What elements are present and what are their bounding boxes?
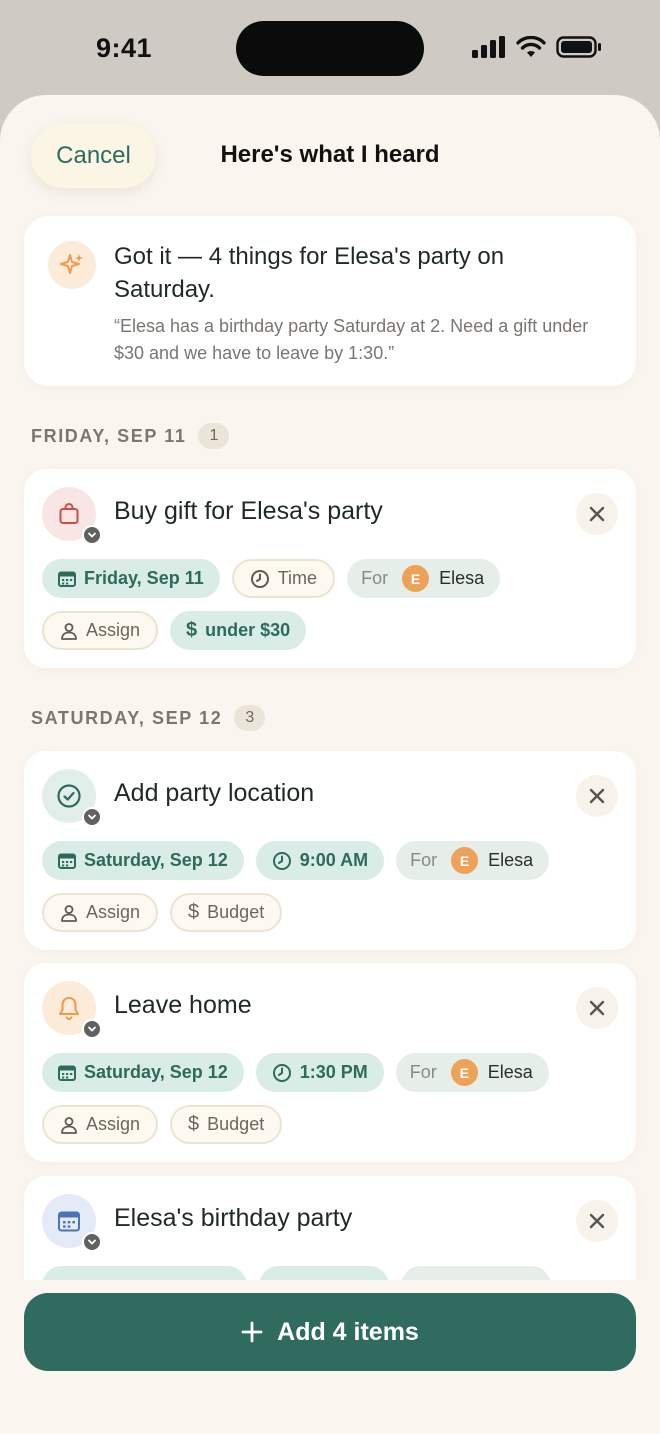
budget-chip[interactable]: $ Budget (170, 893, 283, 932)
dollar-icon: $ (188, 901, 200, 923)
close-icon (589, 788, 605, 804)
chevron-down-icon (82, 1019, 102, 1039)
for-chip[interactable]: For E Elesa (395, 1053, 549, 1092)
budget-chip-label: Budget (207, 902, 265, 922)
task-card-leave-home[interactable]: Leave home Saturday, Sep 12 1:30 PM For … (24, 963, 636, 1162)
sparkle-icon (48, 241, 96, 289)
status-bar: 9:41 (0, 0, 660, 95)
date-header-friday: FRIDAY, SEP 11 1 (31, 423, 230, 449)
budget-chip[interactable]: $ under $30 (170, 611, 307, 650)
time-chip-label: 9:00 AM (299, 850, 369, 870)
date-chip-label: Saturday, Sep 12 (84, 1062, 228, 1082)
status-time: 9:41 (96, 33, 153, 63)
task-card-buy-gift[interactable]: Buy gift for Elesa's party Friday, Sep 1… (24, 469, 636, 668)
bell-icon[interactable] (42, 981, 102, 1039)
assign-chip-label: Assign (86, 902, 141, 922)
person-icon (61, 1116, 77, 1134)
budget-chip[interactable]: $ Budget (170, 1105, 283, 1144)
time-chip-label: 1:30 PM (299, 1062, 368, 1082)
assign-chip-label: Assign (86, 1114, 141, 1134)
date-chip-label: Friday, Sep 11 (84, 568, 204, 588)
assign-chip-label: Assign (86, 620, 141, 640)
dollar-icon: $ (188, 1113, 200, 1135)
person-name: Elesa (439, 568, 485, 588)
task-title[interactable]: Buy gift for Elesa's party (114, 497, 383, 526)
dynamic-island (236, 21, 424, 76)
assign-chip[interactable]: Assign (42, 1105, 159, 1144)
time-chip-label: Time (277, 568, 318, 588)
date-label: SATURDAY, SEP 12 (31, 707, 223, 728)
summary-headline: Got it — 4 things for Elesa's party on S… (114, 243, 505, 303)
chevron-down-icon (82, 525, 102, 545)
for-label: For (361, 568, 389, 588)
avatar: E (450, 1059, 478, 1086)
avatar: E (402, 565, 430, 592)
task-title[interactable]: Leave home (114, 991, 252, 1020)
date-count-badge: 3 (234, 705, 266, 731)
date-chip[interactable]: Saturday, Sep 12 (42, 841, 244, 880)
for-chip[interactable]: For E Elesa (396, 841, 550, 880)
check-circle-icon[interactable] (42, 769, 102, 827)
signal-icon (472, 36, 505, 58)
remove-task-button[interactable] (576, 1200, 618, 1242)
time-chip[interactable]: Time (231, 559, 336, 598)
chevron-down-icon (82, 807, 102, 827)
assign-chip[interactable]: Assign (42, 611, 159, 650)
task-card-party-location[interactable]: Add party location Saturday, Sep 12 9:00… (24, 751, 636, 950)
remove-task-button[interactable] (576, 493, 618, 535)
task-title[interactable]: Elesa's birthday party (114, 1204, 352, 1233)
remove-task-button[interactable] (576, 987, 618, 1029)
time-chip[interactable]: 9:00 AM (255, 841, 385, 880)
calendar-icon (58, 1065, 76, 1081)
person-name: Elesa (487, 1062, 533, 1082)
add-items-button[interactable]: Add 4 items (24, 1293, 636, 1371)
review-sheet: Cancel Here's what I heard Got it — 4 th… (0, 95, 660, 1434)
person-icon (61, 904, 77, 922)
date-header-saturday: SATURDAY, SEP 12 3 (31, 705, 266, 731)
date-chip[interactable]: Saturday, Sep 12 (42, 1053, 244, 1092)
calendar-icon (58, 571, 76, 587)
summary-quote: “Elesa has a birthday party Saturday at … (114, 316, 589, 363)
close-icon (589, 506, 605, 522)
plus-icon (241, 1321, 263, 1343)
for-chip[interactable]: For E Elesa (347, 559, 501, 598)
dollar-icon: $ (186, 619, 198, 641)
person-name: Elesa (488, 850, 534, 870)
clock-icon (272, 851, 291, 870)
calendar-icon (58, 853, 76, 869)
task-title[interactable]: Add party location (114, 779, 314, 808)
date-chip-label: Saturday, Sep 12 (84, 850, 228, 870)
shopping-bag-icon[interactable] (42, 487, 102, 545)
budget-chip-label: Budget (207, 1114, 265, 1134)
person-icon (61, 622, 77, 640)
status-icons (472, 36, 602, 58)
budget-chip-label: under $30 (205, 620, 291, 640)
avatar: E (451, 847, 479, 874)
date-label: FRIDAY, SEP 11 (31, 425, 187, 446)
close-icon (589, 1213, 605, 1229)
clock-icon (272, 1063, 291, 1082)
wifi-icon (516, 36, 546, 57)
calendar-icon[interactable] (42, 1194, 102, 1252)
for-label: For (409, 1062, 437, 1082)
add-items-label: Add 4 items (277, 1317, 419, 1346)
for-label: For (410, 850, 438, 870)
battery-icon (556, 36, 601, 58)
remove-task-button[interactable] (576, 775, 618, 817)
time-chip[interactable]: 1:30 PM (255, 1053, 384, 1092)
chevron-down-icon (82, 1232, 102, 1252)
sheet-title: Here's what I heard (220, 141, 440, 168)
clock-icon (250, 569, 269, 588)
date-count-badge: 1 (198, 423, 230, 449)
assign-chip[interactable]: Assign (42, 893, 159, 932)
date-chip[interactable]: Friday, Sep 11 (42, 559, 220, 598)
summary-card: Got it — 4 things for Elesa's party on S… (24, 216, 636, 386)
close-icon (589, 1000, 605, 1016)
